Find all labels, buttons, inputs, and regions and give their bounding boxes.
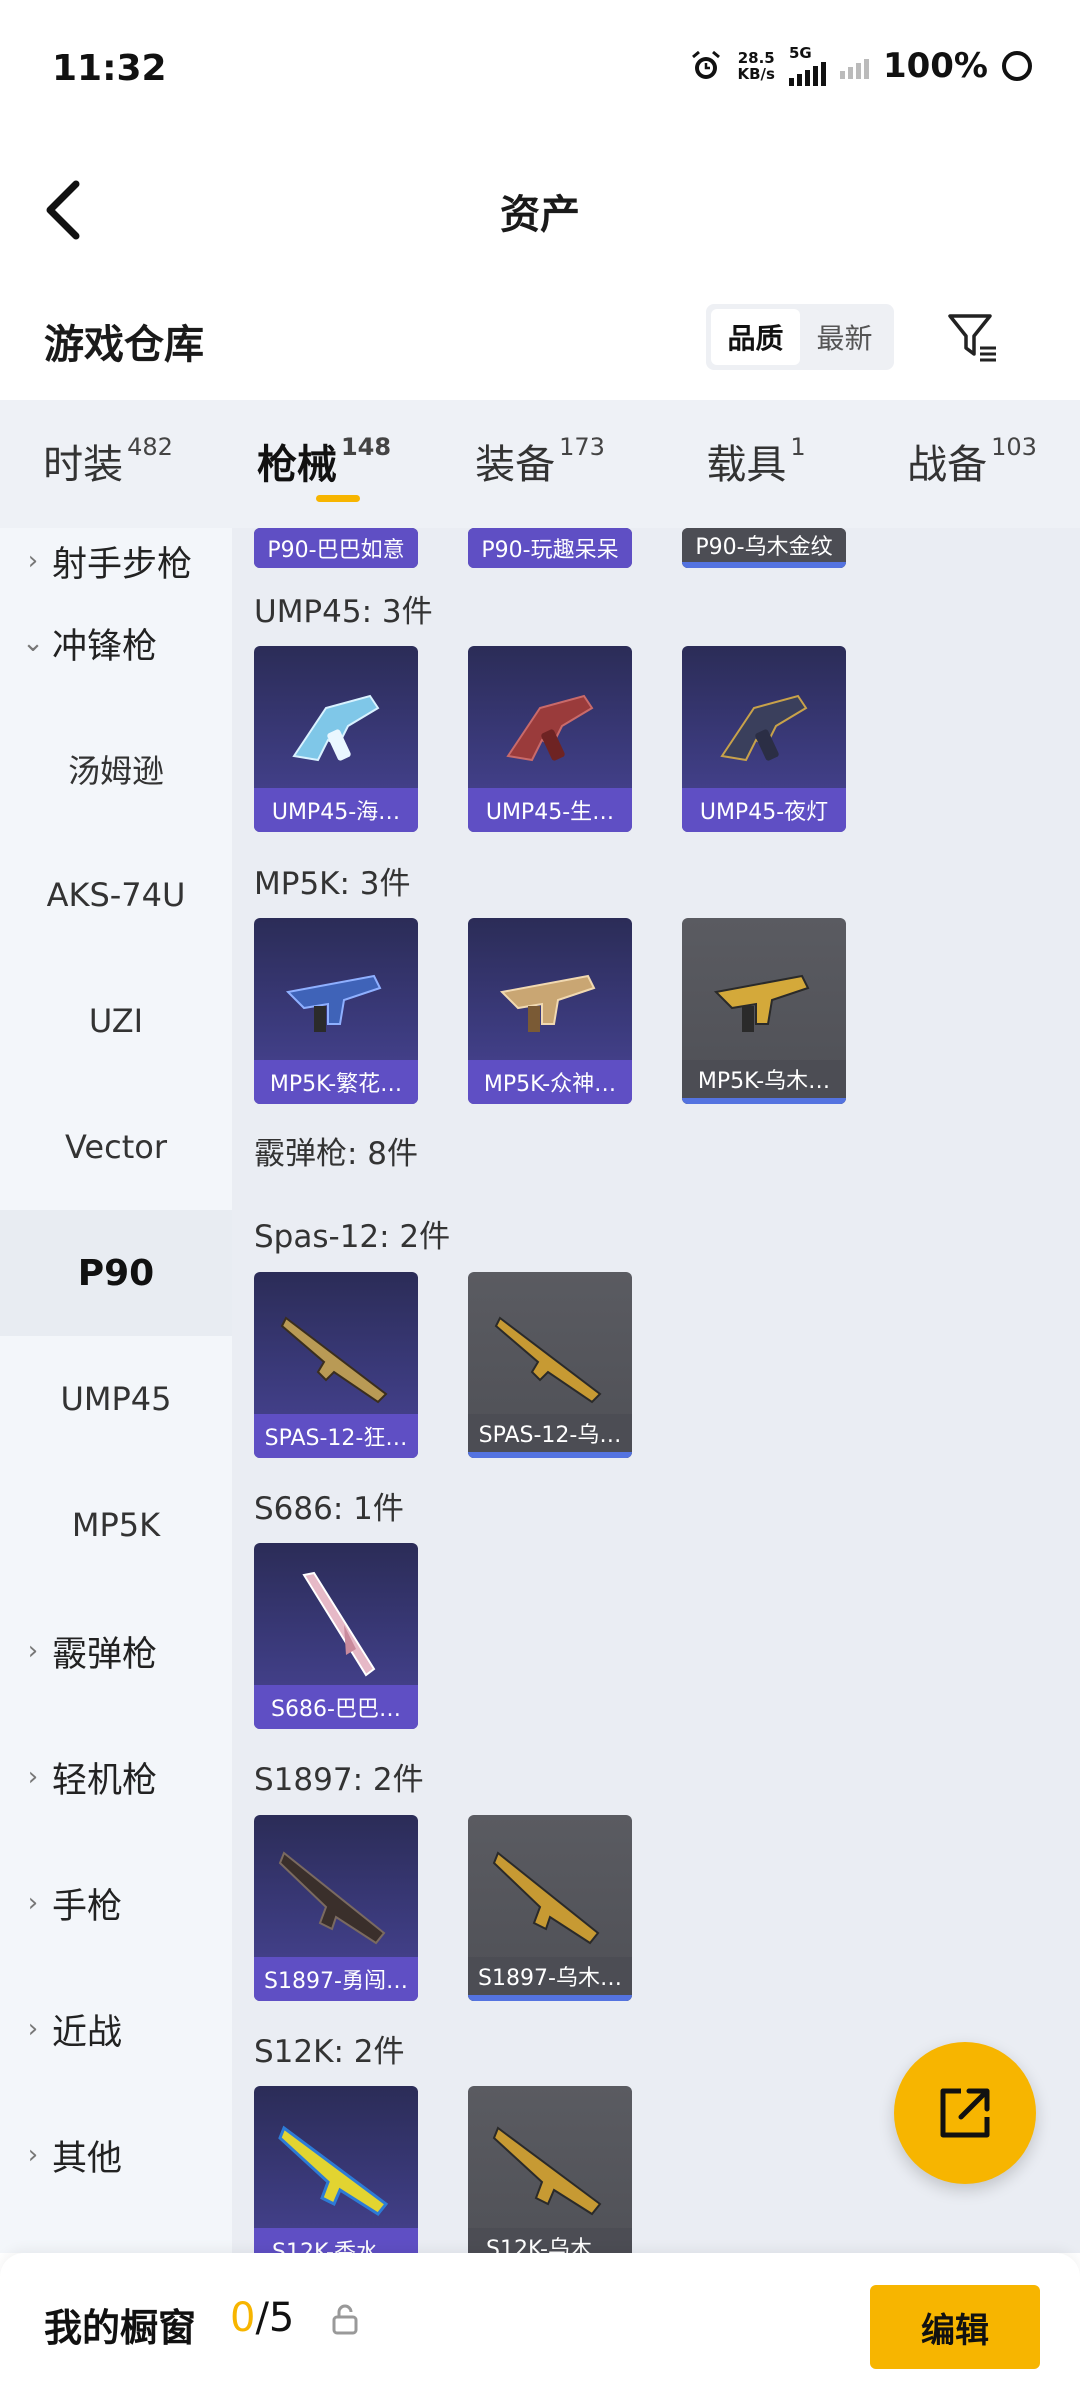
warehouse-header: 游戏仓库 品质 最新 bbox=[0, 290, 1080, 400]
group-label-mp5k: MP5K: 3件 bbox=[254, 866, 411, 902]
shotgun-icon bbox=[494, 1316, 602, 1404]
item-card[interactable]: MP5K-乌木… bbox=[682, 918, 846, 1104]
smg-icon bbox=[285, 974, 382, 1032]
item-card[interactable]: SPAS-12-狂… bbox=[254, 1272, 418, 1458]
sidebar-item-melee[interactable]: › 近战 bbox=[0, 1966, 232, 2092]
item-card[interactable]: UMP45-海… bbox=[254, 646, 418, 832]
tab-fashion[interactable]: 时装 482 bbox=[0, 400, 216, 528]
sidebar-item-shotgun[interactable]: › 霰弹枪 bbox=[0, 1588, 232, 1714]
lock-icon bbox=[332, 2304, 358, 2335]
sidebar-item-smg[interactable]: ⌄ 冲锋枪 bbox=[0, 580, 232, 706]
rifle-icon bbox=[278, 2125, 389, 2216]
shotgun-icon bbox=[278, 1851, 386, 1945]
battery-icon bbox=[1002, 51, 1032, 81]
sidebar-item-other[interactable]: › 其他 bbox=[0, 2092, 232, 2218]
tab-equipment[interactable]: 装备 173 bbox=[432, 400, 648, 528]
tab-vehicles[interactable]: 载具 1 bbox=[648, 400, 864, 528]
sidebar-item-mp5k[interactable]: MP5K bbox=[0, 1462, 232, 1588]
active-tab-indicator bbox=[316, 495, 360, 502]
shotgun-icon bbox=[492, 1851, 600, 1945]
item-card[interactable]: P90-乌木金纹 bbox=[682, 528, 846, 568]
alarm-icon bbox=[689, 49, 723, 83]
share-fab-button[interactable] bbox=[894, 2042, 1036, 2184]
group-label-ump45: UMP45: 3件 bbox=[254, 594, 433, 630]
filter-button[interactable] bbox=[944, 308, 1000, 364]
chevron-right-icon: › bbox=[27, 1636, 39, 1666]
item-grid: P90-巴巴如意 P90-玩趣呆呆 P90-乌木金纹 UMP45: 3件 UMP… bbox=[232, 528, 1080, 2253]
sidebar-item-pistol[interactable]: › 手枪 bbox=[0, 1840, 232, 1966]
net-speed: 28.5 KB/s bbox=[737, 49, 775, 83]
item-card[interactable]: S12K-乌木… bbox=[468, 2086, 632, 2253]
smg-icon bbox=[720, 694, 808, 762]
chevron-right-icon: › bbox=[27, 546, 39, 576]
group-label-s686: S686: 1件 bbox=[254, 1491, 404, 1527]
item-card[interactable]: P90-玩趣呆呆 bbox=[468, 528, 632, 568]
signal-icon bbox=[839, 53, 869, 79]
warehouse-title: 游戏仓库 bbox=[44, 322, 204, 368]
sidebar-item-p90[interactable]: P90 bbox=[0, 1210, 232, 1336]
sidebar-item-thompson[interactable]: 汤姆逊 bbox=[0, 706, 232, 832]
smg-icon bbox=[292, 694, 380, 762]
group-label-s1897: S1897: 2件 bbox=[254, 1762, 424, 1798]
item-card[interactable]: UMP45-生… bbox=[468, 646, 632, 832]
sidebar-item-vector[interactable]: Vector bbox=[0, 1084, 232, 1210]
item-card[interactable]: S686-巴巴… bbox=[254, 1543, 418, 1729]
status-time: 11:32 bbox=[52, 48, 167, 89]
showcase-title: 我的橱窗 bbox=[44, 2306, 197, 2350]
item-card[interactable]: MP5K-繁花… bbox=[254, 918, 418, 1104]
signal-5g-icon: 5G bbox=[788, 46, 826, 86]
group-label-shotgun: 霰弹枪: 8件 bbox=[254, 1136, 419, 1172]
item-card[interactable]: MP5K-众神… bbox=[468, 918, 632, 1104]
external-link-icon bbox=[940, 2088, 990, 2138]
page-title: 资产 bbox=[500, 192, 580, 238]
group-label-spas12: Spas-12: 2件 bbox=[254, 1219, 451, 1255]
showcase-count: 0/5 bbox=[230, 2295, 295, 2341]
shotgun-icon bbox=[302, 1571, 376, 1677]
status-icons: 28.5 KB/s 5G 100% bbox=[689, 46, 1032, 86]
shotgun-icon bbox=[280, 1316, 388, 1404]
group-label-s12k: S12K: 2件 bbox=[254, 2034, 405, 2070]
smg-icon bbox=[506, 694, 594, 762]
showcase-bar: 我的橱窗 0/5 编辑 bbox=[0, 2253, 1080, 2400]
filter-icon bbox=[948, 314, 996, 362]
sort-toggle: 品质 最新 bbox=[706, 304, 894, 370]
edit-button[interactable]: 编辑 bbox=[870, 2285, 1040, 2369]
rifle-icon bbox=[492, 2126, 602, 2216]
chevron-down-icon: ⌄ bbox=[22, 628, 44, 658]
sidebar-item-ump45[interactable]: UMP45 bbox=[0, 1336, 232, 1462]
item-card[interactable]: S12K-香水… bbox=[254, 2086, 418, 2253]
category-tabs: 时装 482 枪械 148 装备 173 载具 1 战备 103 bbox=[0, 400, 1080, 528]
sidebar-item-lmg[interactable]: › 轻机枪 bbox=[0, 1714, 232, 1840]
sort-newest-button[interactable]: 最新 bbox=[800, 309, 889, 365]
chevron-right-icon: › bbox=[27, 2140, 39, 2170]
status-bar: 11:32 28.5 KB/s 5G 100% bbox=[0, 0, 1080, 140]
sidebar-item-uzi[interactable]: UZI bbox=[0, 958, 232, 1084]
item-card[interactable]: P90-巴巴如意 bbox=[254, 528, 418, 568]
tab-combat-gear[interactable]: 战备 103 bbox=[864, 400, 1080, 528]
item-card[interactable]: S1897-乌木… bbox=[468, 1815, 632, 2001]
item-card[interactable]: UMP45-夜灯 bbox=[682, 646, 846, 832]
sidebar-item-aks74u[interactable]: AKS-74U bbox=[0, 832, 232, 958]
smg-icon bbox=[499, 974, 596, 1032]
chevron-right-icon: › bbox=[27, 2014, 39, 2044]
smg-icon bbox=[713, 974, 810, 1032]
battery-text: 100% bbox=[882, 46, 988, 86]
chevron-right-icon: › bbox=[27, 1888, 39, 1918]
app-header: 资产 bbox=[0, 140, 1080, 290]
chevron-right-icon: › bbox=[27, 1762, 39, 1792]
weapon-category-sidebar: › 射手步枪 ⌄ 冲锋枪 汤姆逊 AKS-74U UZI Vector P90 UM… bbox=[0, 528, 232, 2253]
item-card[interactable]: S1897-勇闯… bbox=[254, 1815, 418, 2001]
sort-quality-button[interactable]: 品质 bbox=[711, 309, 800, 365]
tab-guns[interactable]: 枪械 148 bbox=[216, 400, 432, 528]
item-card[interactable]: SPAS-12-乌… bbox=[468, 1272, 632, 1458]
